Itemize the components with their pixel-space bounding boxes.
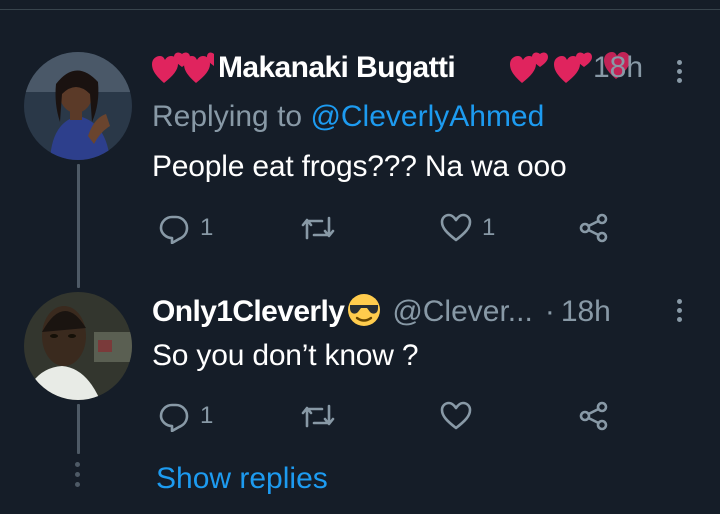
tweet-text: People eat frogs??? Na wa ooo	[152, 150, 567, 183]
show-replies-link[interactable]: Show replies	[156, 462, 328, 496]
avatar[interactable]	[24, 292, 132, 400]
retweet-icon	[301, 404, 335, 428]
like-icon	[440, 401, 472, 430]
more-options-icon[interactable]	[670, 299, 688, 322]
tweet-text: So you don’t know ?	[152, 339, 419, 372]
share-icon	[579, 401, 608, 431]
like-button[interactable]: 1	[440, 208, 495, 248]
tweet-time[interactable]: 18h	[561, 295, 611, 329]
reply-icon	[159, 403, 189, 432]
top-divider	[0, 9, 720, 10]
tweet-header: Makanaki Bugatti	[152, 48, 456, 88]
thread-line	[77, 404, 80, 454]
sunglasses-emoji	[346, 292, 382, 333]
reply-button[interactable]: 1	[158, 396, 213, 436]
retweet-button[interactable]	[300, 208, 346, 248]
user-handle[interactable]: @Clever...	[392, 295, 533, 329]
retweet-icon	[301, 216, 335, 240]
like-icon	[440, 213, 472, 242]
tweet-actions: 1 1	[152, 208, 632, 248]
reply-count: 1	[200, 402, 214, 429]
reply-count: 1	[200, 214, 214, 241]
like-count: 1	[482, 214, 496, 241]
thread-line	[77, 164, 80, 288]
like-button[interactable]	[440, 396, 482, 436]
user-name[interactable]: Only1Cleverly	[152, 295, 345, 329]
mention-link[interactable]: @CleverlyAhmed	[310, 100, 544, 133]
hearts-emoji	[152, 50, 216, 86]
share-button[interactable]	[578, 208, 610, 248]
separator-dot: ·	[544, 295, 555, 328]
share-button[interactable]	[578, 396, 610, 436]
avatar[interactable]	[24, 52, 132, 160]
replying-prefix: Replying to	[152, 100, 303, 133]
thread-more-dots	[75, 462, 80, 487]
share-icon	[579, 213, 608, 243]
tweet-time[interactable]: 18h	[593, 48, 643, 88]
replying-to: Replying to @CleverlyAhmed	[152, 100, 544, 134]
user-name[interactable]: Makanaki Bugatti	[218, 51, 456, 85]
tweet-header: Only1Cleverly @Clever... · 18h	[152, 292, 611, 332]
more-options-icon[interactable]	[670, 60, 688, 83]
reply-icon	[159, 215, 189, 244]
tweet-actions: 1	[152, 396, 632, 436]
reply-button[interactable]: 1	[158, 208, 213, 248]
retweet-button[interactable]	[300, 396, 346, 436]
